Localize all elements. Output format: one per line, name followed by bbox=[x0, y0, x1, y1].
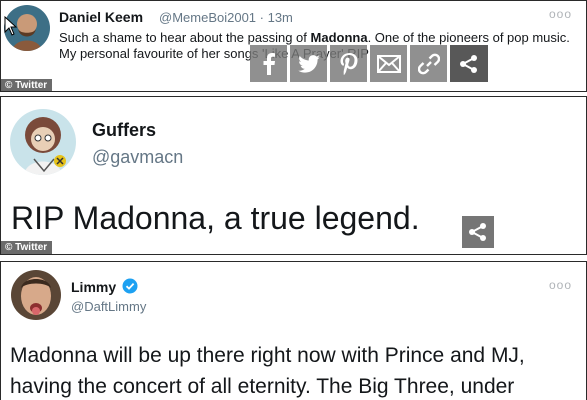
avatar[interactable] bbox=[11, 270, 61, 320]
source-badge: © Twitter bbox=[1, 79, 53, 91]
facebook-icon[interactable] bbox=[250, 45, 287, 82]
more-options-icon[interactable]: ooo bbox=[549, 278, 572, 292]
verified-badge-icon bbox=[122, 278, 138, 294]
share-icon[interactable] bbox=[462, 216, 494, 248]
tweet-card-limmy: Limmy @DaftLimmy ooo Madonna will be up … bbox=[0, 261, 587, 400]
more-options-icon[interactable]: ooo bbox=[549, 7, 572, 21]
tweet-card-guffers: Guffers @gavmacn RIP Madonna, a true leg… bbox=[0, 96, 587, 255]
author-handle[interactable]: @MemeBoi2001 bbox=[159, 10, 256, 25]
tweet-time[interactable]: · 13m bbox=[260, 10, 293, 25]
author-handle-and-time[interactable]: @MemeBoi2001 · 13m bbox=[159, 10, 293, 25]
tweet-text: RIP Madonna, a true legend. bbox=[11, 200, 420, 236]
avatar[interactable] bbox=[10, 109, 76, 175]
author-name[interactable]: Daniel Keem bbox=[59, 9, 143, 25]
tweet-text: Madonna will be up there right now with … bbox=[10, 344, 525, 398]
twitter-icon[interactable] bbox=[290, 45, 327, 82]
pinterest-icon[interactable] bbox=[330, 45, 367, 82]
author-handle[interactable]: @gavmacn bbox=[92, 147, 183, 168]
tweet-text-bold[interactable]: Madonna bbox=[311, 30, 368, 45]
share-icon[interactable] bbox=[450, 45, 488, 82]
author-name[interactable]: Guffers bbox=[92, 120, 156, 141]
share-toolbar bbox=[250, 45, 488, 82]
source-badge: © Twitter bbox=[1, 241, 53, 254]
tweet-text-part: Such a shame to hear about the passing o… bbox=[59, 30, 311, 45]
email-icon[interactable] bbox=[370, 45, 407, 82]
author-handle[interactable]: @DaftLimmy bbox=[71, 299, 146, 314]
link-icon[interactable] bbox=[410, 45, 447, 82]
author-name[interactable]: Limmy bbox=[71, 279, 116, 295]
tweet-card-daniel-keem: Daniel Keem @MemeBoi2001 · 13m ooo Such … bbox=[0, 0, 587, 92]
mouse-cursor-icon bbox=[4, 15, 18, 36]
